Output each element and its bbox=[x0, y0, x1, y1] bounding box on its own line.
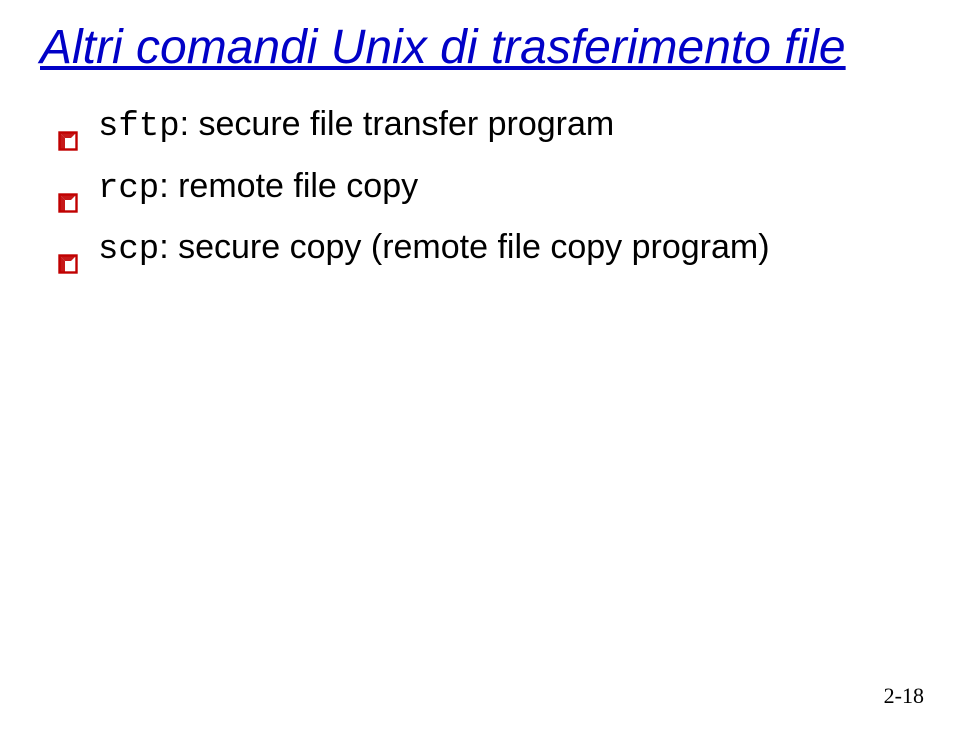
command-desc: : secure file transfer program bbox=[180, 105, 615, 143]
command-name: sftp bbox=[98, 108, 180, 146]
list-item: scp: secure copy (remote file copy progr… bbox=[58, 221, 920, 277]
square-bullet-icon bbox=[58, 176, 78, 196]
page-number: 2-18 bbox=[884, 683, 924, 709]
list-item: sftp: secure file transfer program bbox=[58, 98, 920, 154]
slide: Altri comandi Unix di trasferimento file… bbox=[0, 0, 960, 731]
command-desc: : remote file copy bbox=[159, 167, 418, 205]
command-desc: : secure copy (remote file copy program) bbox=[159, 228, 769, 266]
list-item: rcp: remote file copy bbox=[58, 160, 920, 216]
bullet-list: sftp: secure file transfer program rcp: … bbox=[40, 98, 920, 277]
square-bullet-icon bbox=[58, 237, 78, 257]
command-name: rcp bbox=[98, 170, 159, 208]
command-name: scp bbox=[98, 231, 159, 269]
square-bullet-icon bbox=[58, 114, 78, 134]
slide-title: Altri comandi Unix di trasferimento file bbox=[40, 18, 920, 78]
